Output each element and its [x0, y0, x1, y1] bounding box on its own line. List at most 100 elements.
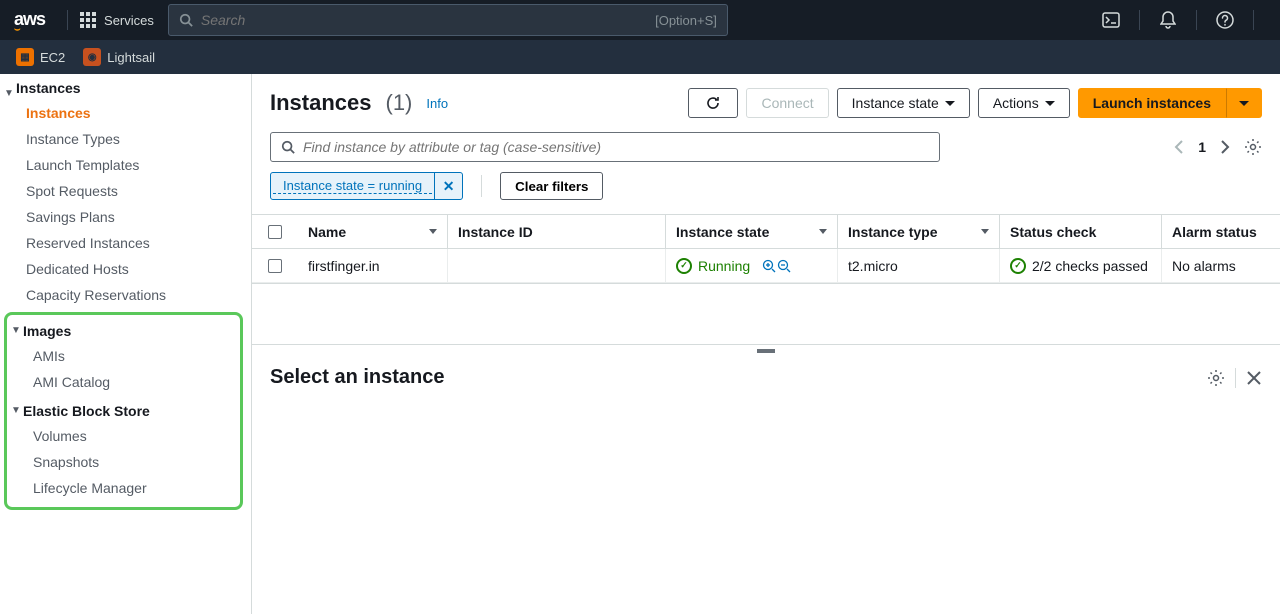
services-label: Services [104, 13, 154, 28]
sidebar-item-spot-requests[interactable]: Spot Requests [0, 178, 251, 204]
main-content: Instances (1) Info Connect Instance stat… [252, 74, 1280, 614]
sidebar: ▼ Instances Instances Instance Types Lau… [0, 74, 252, 614]
row-checkbox[interactable] [252, 249, 298, 282]
caret-down-icon: ▼ [11, 405, 21, 416]
search-icon [281, 140, 295, 154]
sort-icon [429, 229, 437, 234]
drag-icon [757, 349, 775, 353]
caret-down-icon [945, 101, 955, 106]
sidebar-group-images[interactable]: ▼ Images [7, 315, 240, 343]
ec2-badge-icon: ▦ [16, 48, 34, 66]
clear-filters-button[interactable]: Clear filters [500, 172, 603, 200]
global-search-input[interactable] [201, 12, 655, 28]
panel-settings-button[interactable] [1207, 369, 1225, 387]
chevron-right-icon [1220, 140, 1230, 154]
refresh-icon [705, 95, 721, 111]
col-status-check[interactable]: Status check [1000, 215, 1162, 248]
sidebar-group-ebs[interactable]: ▼ Elastic Block Store [7, 395, 240, 423]
gear-icon [1207, 369, 1225, 387]
page-header: Instances (1) Info Connect Instance stat… [252, 74, 1280, 132]
caret-down-icon [1239, 101, 1249, 106]
sidebar-item-instances[interactable]: Instances [0, 100, 251, 126]
pagination: 1 [1170, 136, 1262, 158]
cloudshell-icon[interactable] [1095, 11, 1127, 29]
col-alarm-status[interactable]: Alarm status [1162, 215, 1280, 248]
help-icon[interactable] [1209, 11, 1241, 29]
select-all-checkbox[interactable] [252, 215, 298, 248]
close-panel-button[interactable] [1246, 370, 1262, 386]
instance-state-dropdown[interactable]: Instance state [837, 88, 970, 118]
table-empty-space [252, 284, 1280, 344]
caret-down-icon: ▼ [4, 88, 14, 99]
sidebar-item-capacity-reservations[interactable]: Capacity Reservations [0, 282, 251, 308]
connect-button: Connect [746, 88, 828, 118]
zoom-out-icon [777, 259, 791, 273]
info-link[interactable]: Info [426, 96, 448, 111]
services-menu[interactable]: Services [80, 12, 154, 28]
detail-panel: Select an instance [252, 356, 1280, 399]
search-icon [179, 13, 193, 27]
sidebar-item-dedicated-hosts[interactable]: Dedicated Hosts [0, 256, 251, 282]
refresh-button[interactable] [688, 88, 738, 118]
global-header: aws ⌣ Services [Option+S] [0, 0, 1280, 40]
cell-alarm-status: No alarms [1162, 249, 1280, 282]
instance-search[interactable] [270, 132, 940, 162]
lightsail-badge-icon: ◉ [83, 48, 101, 66]
sidebar-item-volumes[interactable]: Volumes [7, 423, 240, 449]
divider [1235, 368, 1236, 388]
filter-row: 1 [252, 132, 1280, 172]
divider [481, 175, 482, 197]
prev-page-button[interactable] [1170, 136, 1188, 158]
sidebar-item-reserved-instances[interactable]: Reserved Instances [0, 230, 251, 256]
active-filters-row: Instance state = running ✕ Clear filters [252, 172, 1280, 214]
sidebar-item-snapshots[interactable]: Snapshots [7, 449, 240, 475]
tutorial-highlight: ▼ Images AMIs AMI Catalog ▼ Elastic Bloc… [4, 312, 243, 510]
service-tab-ec2[interactable]: ▦ EC2 [10, 44, 71, 70]
caret-down-icon: ▼ [11, 325, 21, 336]
col-instance-id[interactable]: Instance ID [448, 215, 666, 248]
caret-down-icon [1045, 101, 1055, 106]
cell-instance-state: ✓ Running [666, 249, 838, 282]
global-search[interactable]: [Option+S] [168, 4, 728, 36]
sidebar-item-ami-catalog[interactable]: AMI Catalog [7, 369, 240, 395]
actions-dropdown[interactable]: Actions [978, 88, 1070, 118]
sidebar-item-savings-plans[interactable]: Savings Plans [0, 204, 251, 230]
chevron-left-icon [1174, 140, 1184, 154]
sidebar-item-amis[interactable]: AMIs [7, 343, 240, 369]
col-instance-type[interactable]: Instance type [838, 215, 1000, 248]
gear-icon [1244, 138, 1262, 156]
cell-name: firstfinger.in [298, 249, 448, 282]
state-actions[interactable] [762, 259, 791, 273]
detail-panel-title: Select an instance [270, 366, 445, 389]
zoom-in-icon [762, 259, 776, 273]
instances-table: Name Instance ID Instance state Instance… [252, 214, 1280, 284]
notifications-icon[interactable] [1152, 11, 1184, 29]
table-settings-button[interactable] [1244, 138, 1262, 156]
launch-instances-button[interactable]: Launch instances [1078, 88, 1226, 118]
filter-tag-remove[interactable]: ✕ [434, 173, 462, 199]
divider [1196, 10, 1197, 30]
divider [67, 10, 68, 30]
sort-icon [819, 229, 827, 234]
launch-instances-split[interactable] [1226, 88, 1262, 118]
filter-tag-label[interactable]: Instance state = running [273, 178, 432, 194]
col-instance-state[interactable]: Instance state [666, 215, 838, 248]
sidebar-group-instances[interactable]: ▼ Instances [0, 78, 251, 100]
service-tab-lightsail[interactable]: ◉ Lightsail [77, 44, 161, 70]
next-page-button[interactable] [1216, 136, 1234, 158]
cell-instance-type: t2.micro [838, 249, 1000, 282]
sidebar-item-instance-types[interactable]: Instance Types [0, 126, 251, 152]
instance-search-input[interactable] [303, 139, 929, 155]
table-row[interactable]: firstfinger.in ✓ Running t2.micro ✓ 2/2 … [252, 249, 1280, 283]
status-ok-icon: ✓ [676, 258, 692, 274]
sort-icon [981, 229, 989, 234]
grid-icon [80, 12, 96, 28]
aws-logo[interactable]: aws ⌣ [14, 9, 45, 32]
search-shortcut-hint: [Option+S] [655, 13, 717, 28]
panel-resize-handle[interactable] [252, 344, 1280, 356]
sidebar-item-lifecycle-manager[interactable]: Lifecycle Manager [7, 475, 240, 501]
close-icon [1246, 370, 1262, 386]
col-name[interactable]: Name [298, 215, 448, 248]
sidebar-item-launch-templates[interactable]: Launch Templates [0, 152, 251, 178]
cell-instance-id [448, 249, 666, 282]
